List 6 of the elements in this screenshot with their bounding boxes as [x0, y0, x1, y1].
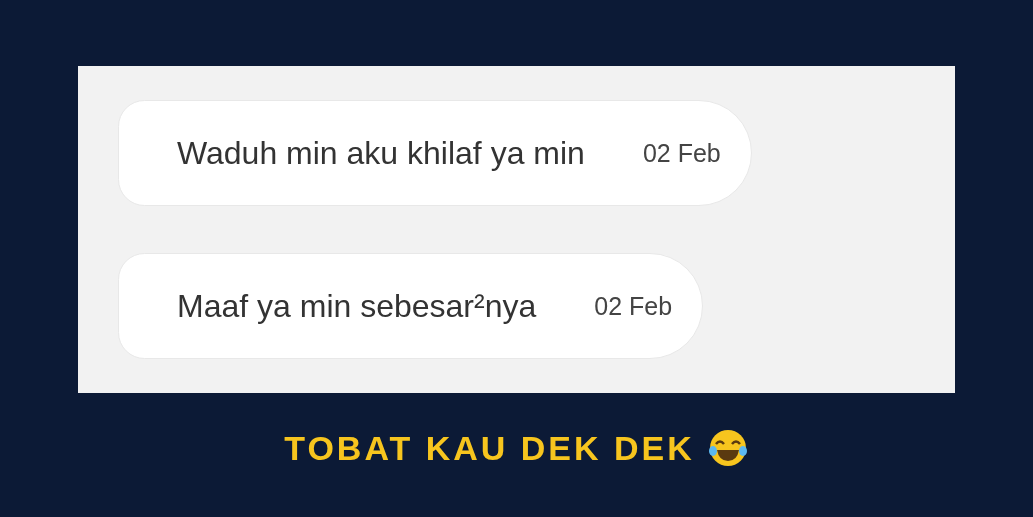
laughing-emoji-icon [706, 427, 749, 469]
message-text: Maaf ya min sebesar²nya [177, 287, 537, 325]
message-text: Waduh min aku khilaf ya min [177, 134, 585, 172]
message-date: 02 Feb [642, 138, 721, 168]
caption-text: TOBAT KAU DEK DEK [284, 428, 695, 468]
message-date: 02 Feb [594, 291, 673, 321]
